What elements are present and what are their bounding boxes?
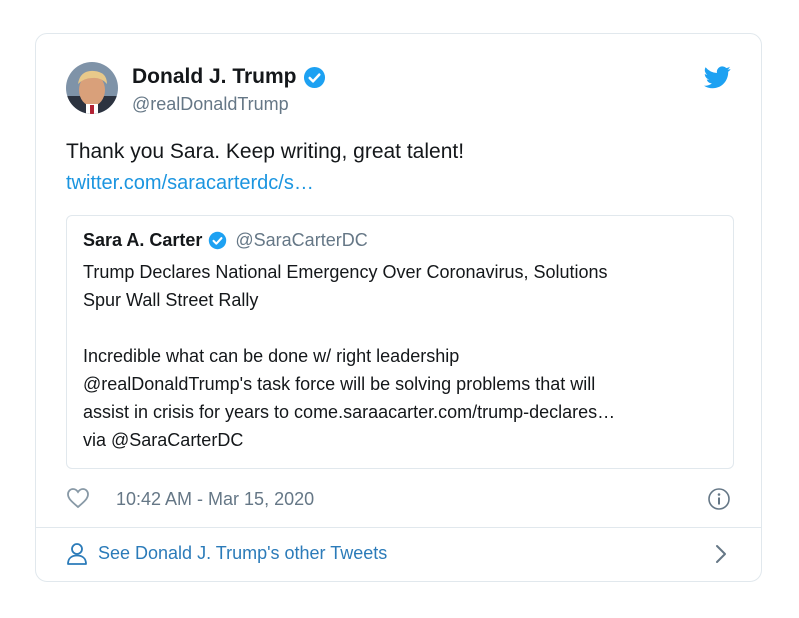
quoted-text-line: assist in crisis for years to come.saraa… xyxy=(83,402,616,422)
quoted-text-line: Trump Declares National Emergency Over C… xyxy=(83,262,608,282)
quoted-text-line: via @SaraCarterDC xyxy=(83,430,244,450)
footer-label[interactable]: See Donald J. Trump's other Tweets xyxy=(98,543,387,564)
tweet-text: Thank you Sara. Keep writing, great tale… xyxy=(66,140,465,163)
info-icon[interactable] xyxy=(707,487,731,511)
author-name[interactable]: Donald J. Trump xyxy=(132,65,297,89)
tweet-timestamp[interactable]: 10:42 AM - Mar 15, 2020 xyxy=(116,489,314,510)
quoted-tweet[interactable]: Sara A. Carter @SaraCarterDC Trump Decla… xyxy=(66,215,734,469)
see-other-tweets-link[interactable]: See Donald J. Trump's other Tweets xyxy=(36,528,761,582)
chevron-right-icon[interactable] xyxy=(715,544,727,564)
person-icon xyxy=(66,542,88,566)
quoted-text-line: Spur Wall Street Rally xyxy=(83,290,259,310)
quoted-text-line: Incredible what can be done w/ right lea… xyxy=(83,346,460,366)
quoted-author-name: Sara A. Carter xyxy=(83,230,203,250)
author-handle[interactable]: @realDonaldTrump xyxy=(132,94,289,115)
twitter-bird-icon[interactable] xyxy=(704,66,731,89)
embedded-tweet-card[interactable]: Donald J. Trump @realDonaldTrump Thank y… xyxy=(35,33,762,582)
quoted-author-handle: @SaraCarterDC xyxy=(235,230,368,250)
heart-icon[interactable] xyxy=(66,487,90,509)
tweet-link[interactable]: twitter.com/saracarterdc/s… xyxy=(66,172,314,195)
verified-badge-icon xyxy=(208,231,227,250)
avatar[interactable] xyxy=(66,62,118,114)
verified-badge-icon xyxy=(303,66,326,89)
quoted-text-line: @realDonaldTrump's task force will be so… xyxy=(83,374,596,394)
